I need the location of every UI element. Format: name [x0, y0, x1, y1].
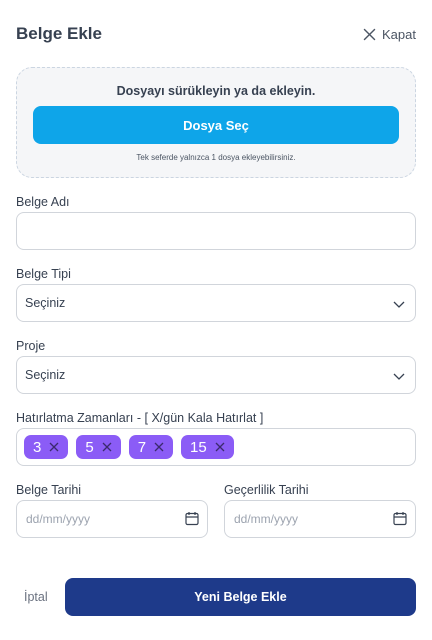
document-date-label: Belge Tarihi	[16, 483, 82, 497]
dropzone-text: Dosyayı sürükleyin ya da ekleyin.	[116, 84, 316, 98]
document-type-value: Seçiniz	[25, 296, 66, 310]
add-document-modal: Belge Ekle Kapat Dosyayı sürükleyin ya d…	[0, 0, 432, 640]
reminder-chip-list: 3 5 7 15	[17, 429, 415, 465]
validity-date-field	[224, 500, 416, 538]
reminders-label: Hatırlatma Zamanları - [ X/gün Kala Hatı…	[16, 411, 264, 425]
reminder-chip: 3	[24, 435, 69, 459]
reminder-chip: 7	[128, 435, 174, 459]
close-button[interactable]: Kapat	[363, 27, 416, 42]
document-date-field	[16, 500, 208, 538]
cancel-button[interactable]: İptal	[24, 590, 48, 604]
document-type-label: Belge Tipi	[16, 267, 71, 281]
reminder-chip-value: 5	[85, 438, 94, 456]
reminder-chip: 15	[181, 435, 234, 459]
close-label: Kapat	[382, 26, 416, 42]
file-dropzone[interactable]: Dosyayı sürükleyin ya da ekleyin. Dosya …	[16, 67, 416, 178]
choose-file-button[interactable]: Dosya Seç	[33, 106, 399, 144]
document-name-input[interactable]	[17, 213, 415, 249]
remove-chip-icon[interactable]	[102, 442, 112, 452]
document-date-input[interactable]	[17, 501, 207, 537]
reminder-chip-value: 15	[190, 438, 207, 456]
document-name-label: Belge Adı	[16, 195, 70, 209]
add-document-button[interactable]: Yeni Belge Ekle	[65, 578, 416, 616]
document-name-field	[16, 212, 416, 250]
modal-title: Belge Ekle	[16, 24, 102, 43]
reminders-input[interactable]: 3 5 7 15	[16, 428, 416, 466]
remove-chip-icon[interactable]	[49, 442, 59, 452]
document-type-select[interactable]: Seçiniz	[16, 284, 416, 322]
chevron-down-icon	[393, 373, 405, 380]
project-value: Seçiniz	[25, 368, 66, 382]
calendar-icon[interactable]	[393, 511, 407, 526]
project-select[interactable]: Seçiniz	[16, 356, 416, 394]
validity-date-label: Geçerlilik Tarihi	[224, 483, 309, 497]
close-icon	[363, 28, 376, 40]
reminder-chip-value: 3	[33, 438, 42, 456]
modal-header: Belge Ekle Kapat	[16, 22, 416, 46]
dropzone-hint: Tek seferde yalnızca 1 dosya ekleyebilir…	[136, 153, 296, 162]
remove-chip-icon[interactable]	[154, 442, 164, 452]
validity-date-input[interactable]	[225, 501, 415, 537]
reminder-chip-value: 7	[137, 438, 147, 456]
calendar-icon[interactable]	[185, 511, 199, 526]
project-label: Proje	[16, 339, 46, 353]
remove-chip-icon[interactable]	[215, 442, 225, 452]
chevron-down-icon	[393, 301, 405, 308]
reminder-chip: 5	[76, 435, 121, 459]
